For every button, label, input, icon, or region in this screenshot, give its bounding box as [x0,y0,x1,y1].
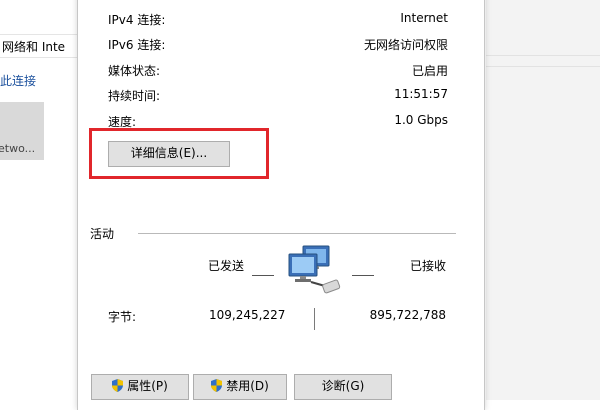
bytes-sent-value: 109,245,227 [209,308,286,322]
activity-section-title: 活动 [90,227,115,241]
ipv4-value: Internet [400,11,448,25]
uac-shield-icon [211,377,223,392]
diagnose-button[interactable]: 诊断(G) [294,374,392,400]
duration-row: 持续时间: 11:51:57 [108,87,448,105]
ethernet-status-dialog: IPv4 连接: Internet IPv6 连接: 无网络访问权限 媒体状态:… [77,0,485,410]
ipv4-label: IPv4 连接: [108,13,166,27]
ipv4-row: IPv4 连接: Internet [108,11,448,29]
activity-divider [138,233,456,234]
highlight-box [89,128,269,179]
address-bar[interactable]: 网络和 Inte [0,34,80,58]
ipv6-label: IPv6 连接: [108,38,166,52]
media-state-label: 媒体状态: [108,64,161,78]
network-computers-icon [285,244,345,294]
ipv6-row: IPv6 连接: 无网络访问权限 [108,36,448,54]
duration-label: 持续时间: [108,89,161,103]
background-explorer-window: 网络和 Inte 此连接 etwo... [0,0,80,400]
received-dash [352,275,374,276]
breadcrumb: 网络和 Inte [2,40,66,54]
properties-label: 属性(P) [127,379,168,393]
speed-value: 1.0 Gbps [394,113,448,127]
bytes-received-value: 895,722,788 [369,308,446,322]
media-state-value: 已启用 [411,64,448,78]
sent-dash [252,275,274,276]
ipv6-value: 无网络访问权限 [363,38,448,52]
disable-button[interactable]: 禁用(D) [193,374,287,400]
bytes-separator [314,308,315,330]
sent-label: 已发送 [208,259,245,273]
network-adapter-tile[interactable]: etwo... [0,102,44,160]
received-label: 已接收 [409,259,446,273]
properties-button[interactable]: 属性(P) [91,374,189,400]
background-window-right [486,0,600,400]
rename-connection-command[interactable]: 此连接 [0,72,36,89]
bytes-label: 字节: [108,310,137,324]
adapter-tile-label: etwo... [0,142,36,155]
uac-shield-icon [112,377,124,392]
duration-value: 11:51:57 [394,87,448,101]
divider [486,55,600,56]
media-state-row: 媒体状态: 已启用 [108,62,448,80]
divider [486,66,600,67]
disable-label: 禁用(D) [226,379,269,393]
